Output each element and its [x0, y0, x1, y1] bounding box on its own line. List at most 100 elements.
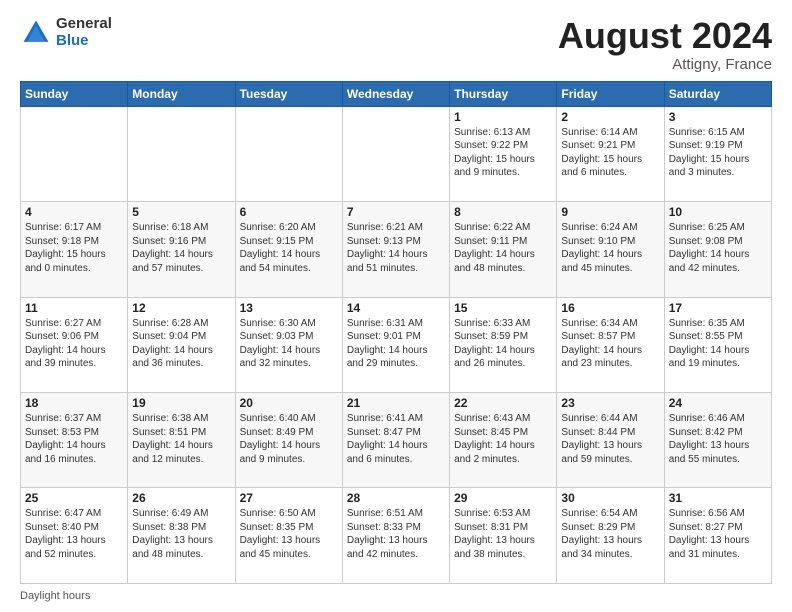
calendar-header-saturday: Saturday [664, 81, 771, 106]
calendar-cell: 4Sunrise: 6:17 AMSunset: 9:18 PMDaylight… [21, 202, 128, 297]
calendar-cell: 16Sunrise: 6:34 AMSunset: 8:57 PMDayligh… [557, 297, 664, 392]
day-info: Sunrise: 6:56 AMSunset: 8:27 PMDaylight:… [669, 507, 767, 561]
calendar-cell: 1 Sunrise: 6:13 AMSunset: 9:22 PMDaylight… [450, 106, 557, 201]
day-info: Sunrise: 6:22 AMSunset: 9:11 PMDaylight:… [454, 221, 552, 275]
day-number: 9 [561, 205, 659, 219]
calendar-cell: 9 Sunrise: 6:24 AMSunset: 9:10 PMDaylight… [557, 202, 664, 297]
calendar-week-2: 11Sunrise: 6:27 AMSunset: 9:06 PMDayligh… [21, 297, 772, 392]
day-number: 30 [561, 491, 659, 505]
day-number: 20 [240, 396, 338, 410]
calendar-cell: 22 Sunrise: 6:43 AMSunset: 8:45 PMDayligh… [450, 393, 557, 488]
day-info: Sunrise: 6:47 AMSunset: 8:40 PMDaylight:… [25, 507, 123, 561]
day-info: Sunrise: 6:33 AMSunset: 8:59 PMDaylight:… [454, 317, 552, 371]
day-info: Sunrise: 6:38 AMSunset: 8:51 PMDaylight:… [132, 412, 230, 466]
day-info: Sunrise: 6:53 AMSunset: 8:31 PMDaylight:… [454, 507, 552, 561]
day-number: 3 [669, 110, 767, 124]
day-number: 11 [25, 301, 123, 315]
calendar-header-sunday: Sunday [21, 81, 128, 106]
calendar-cell: 3 Sunrise: 6:15 AMSunset: 9:19 PMDaylight… [664, 106, 771, 201]
calendar-cell: 26Sunrise: 6:49 AMSunset: 8:38 PMDayligh… [128, 488, 235, 584]
calendar-header-thursday: Thursday [450, 81, 557, 106]
day-number: 25 [25, 491, 123, 505]
page: General Blue August 2024 Attigny, France… [0, 0, 792, 612]
day-info: Sunrise: 6:50 AMSunset: 8:35 PMDaylight:… [240, 507, 338, 561]
day-info: Sunrise: 6:41 AMSunset: 8:47 PMDaylight:… [347, 412, 445, 466]
day-info: Sunrise: 6:51 AMSunset: 8:33 PMDaylight:… [347, 507, 445, 561]
calendar-cell [235, 106, 342, 201]
calendar-header-wednesday: Wednesday [342, 81, 449, 106]
calendar-cell: 19 Sunrise: 6:38 AMSunset: 8:51 PMDayligh… [128, 393, 235, 488]
day-number: 15 [454, 301, 552, 315]
day-info: Sunrise: 6:44 AMSunset: 8:44 PMDaylight:… [561, 412, 659, 466]
day-info: Sunrise: 6:28 AMSunset: 9:04 PMDaylight:… [132, 317, 230, 371]
calendar-header-monday: Monday [128, 81, 235, 106]
day-number: 5 [132, 205, 230, 219]
day-number: 18 [25, 396, 123, 410]
calendar-cell [342, 106, 449, 201]
day-info: Sunrise: 6:13 AMSunset: 9:22 PMDaylight:… [454, 126, 552, 180]
day-info: Sunrise: 6:21 AMSunset: 9:13 PMDaylight:… [347, 221, 445, 275]
calendar-cell: 31 Sunrise: 6:56 AMSunset: 8:27 PMDayligh… [664, 488, 771, 584]
day-number: 1 [454, 110, 552, 124]
day-number: 27 [240, 491, 338, 505]
logo-blue: Blue [56, 33, 112, 50]
month-title: August 2024 [558, 16, 772, 56]
title-area: August 2024 Attigny, France [558, 16, 772, 73]
daylight-hours-label: Daylight hours [20, 590, 90, 602]
day-number: 7 [347, 205, 445, 219]
calendar-cell: 6 Sunrise: 6:20 AMSunset: 9:15 PMDaylight… [235, 202, 342, 297]
day-info: Sunrise: 6:37 AMSunset: 8:53 PMDaylight:… [25, 412, 123, 466]
calendar-cell: 29 Sunrise: 6:53 AMSunset: 8:31 PMDayligh… [450, 488, 557, 584]
day-number: 21 [347, 396, 445, 410]
day-number: 2 [561, 110, 659, 124]
day-info: Sunrise: 6:54 AMSunset: 8:29 PMDaylight:… [561, 507, 659, 561]
day-info: Sunrise: 6:24 AMSunset: 9:10 PMDaylight:… [561, 221, 659, 275]
day-number: 12 [132, 301, 230, 315]
calendar-cell: 10Sunrise: 6:25 AMSunset: 9:08 PMDayligh… [664, 202, 771, 297]
day-info: Sunrise: 6:43 AMSunset: 8:45 PMDaylight:… [454, 412, 552, 466]
calendar-cell: 17 Sunrise: 6:35 AMSunset: 8:55 PMDayligh… [664, 297, 771, 392]
day-info: Sunrise: 6:35 AMSunset: 8:55 PMDaylight:… [669, 317, 767, 371]
logo-general: General [56, 16, 112, 33]
day-info: Sunrise: 6:40 AMSunset: 8:49 PMDaylight:… [240, 412, 338, 466]
header: General Blue August 2024 Attigny, France [20, 16, 772, 73]
calendar-week-4: 25 Sunrise: 6:47 AMSunset: 8:40 PMDayligh… [21, 488, 772, 584]
day-number: 23 [561, 396, 659, 410]
calendar-cell [21, 106, 128, 201]
calendar-week-3: 18 Sunrise: 6:37 AMSunset: 8:53 PMDayligh… [21, 393, 772, 488]
calendar-header-tuesday: Tuesday [235, 81, 342, 106]
calendar-cell: 23 Sunrise: 6:44 AMSunset: 8:44 PMDayligh… [557, 393, 664, 488]
day-info: Sunrise: 6:14 AMSunset: 9:21 PMDaylight:… [561, 126, 659, 180]
day-info: Sunrise: 6:15 AMSunset: 9:19 PMDaylight:… [669, 126, 767, 180]
calendar-cell: 18 Sunrise: 6:37 AMSunset: 8:53 PMDayligh… [21, 393, 128, 488]
day-info: Sunrise: 6:20 AMSunset: 9:15 PMDaylight:… [240, 221, 338, 275]
calendar-cell: 21 Sunrise: 6:41 AMSunset: 8:47 PMDayligh… [342, 393, 449, 488]
calendar-week-1: 4Sunrise: 6:17 AMSunset: 9:18 PMDaylight… [21, 202, 772, 297]
calendar-week-0: 1 Sunrise: 6:13 AMSunset: 9:22 PMDaylight… [21, 106, 772, 201]
calendar-cell: 7 Sunrise: 6:21 AMSunset: 9:13 PMDaylight… [342, 202, 449, 297]
day-info: Sunrise: 6:17 AMSunset: 9:18 PMDaylight:… [25, 221, 123, 275]
day-number: 6 [240, 205, 338, 219]
day-number: 14 [347, 301, 445, 315]
day-number: 13 [240, 301, 338, 315]
calendar-cell: 20 Sunrise: 6:40 AMSunset: 8:49 PMDayligh… [235, 393, 342, 488]
subtitle: Attigny, France [558, 56, 772, 73]
day-number: 17 [669, 301, 767, 315]
calendar-cell: 5 Sunrise: 6:18 AMSunset: 9:16 PMDaylight… [128, 202, 235, 297]
calendar-header-friday: Friday [557, 81, 664, 106]
day-number: 19 [132, 396, 230, 410]
day-number: 29 [454, 491, 552, 505]
calendar-cell: 15 Sunrise: 6:33 AMSunset: 8:59 PMDayligh… [450, 297, 557, 392]
day-number: 31 [669, 491, 767, 505]
day-info: Sunrise: 6:18 AMSunset: 9:16 PMDaylight:… [132, 221, 230, 275]
calendar-cell: 24 Sunrise: 6:46 AMSunset: 8:42 PMDayligh… [664, 393, 771, 488]
calendar-header-row: SundayMondayTuesdayWednesdayThursdayFrid… [21, 81, 772, 106]
day-number: 16 [561, 301, 659, 315]
calendar-cell: 14 Sunrise: 6:31 AMSunset: 9:01 PMDayligh… [342, 297, 449, 392]
day-info: Sunrise: 6:31 AMSunset: 9:01 PMDaylight:… [347, 317, 445, 371]
day-info: Sunrise: 6:30 AMSunset: 9:03 PMDaylight:… [240, 317, 338, 371]
day-info: Sunrise: 6:46 AMSunset: 8:42 PMDaylight:… [669, 412, 767, 466]
calendar-cell: 28Sunrise: 6:51 AMSunset: 8:33 PMDayligh… [342, 488, 449, 584]
day-number: 24 [669, 396, 767, 410]
day-number: 22 [454, 396, 552, 410]
